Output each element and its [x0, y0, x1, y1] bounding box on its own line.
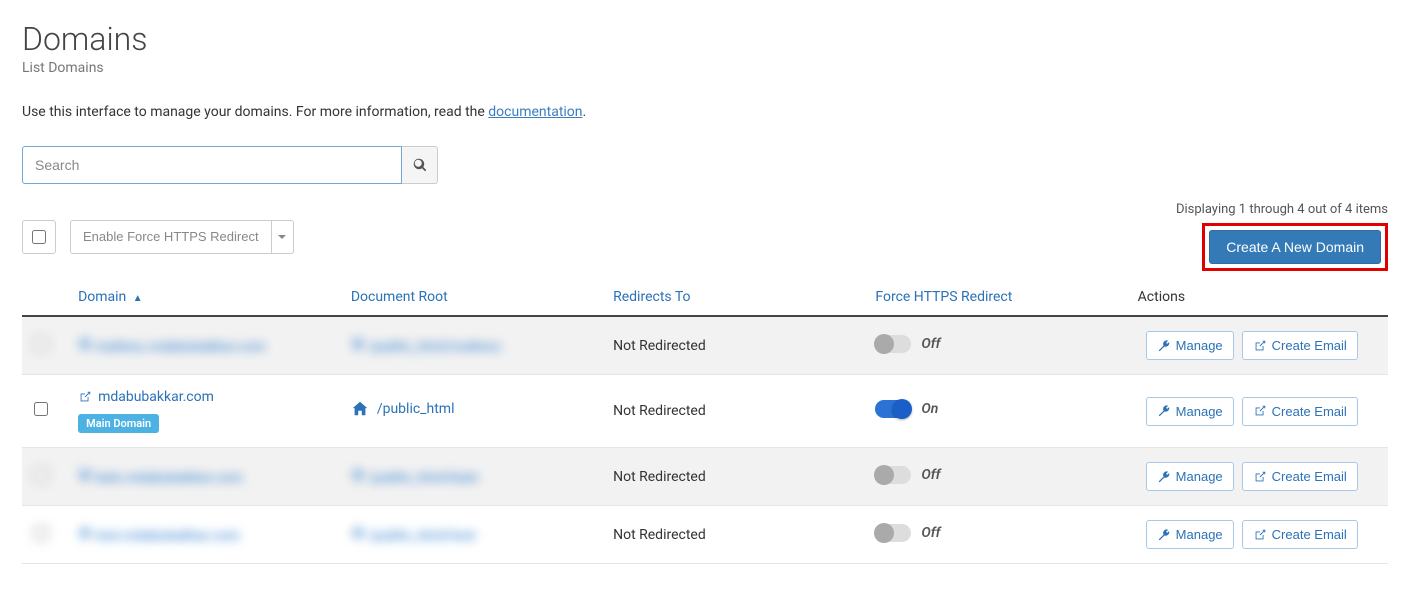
sort-asc-icon: ▲ [133, 293, 143, 304]
row-select-checkbox[interactable] [34, 402, 48, 416]
domains-table: Domain ▲ Document Root Redirects To Forc… [22, 279, 1388, 564]
redirects-to-cell: Not Redirected [601, 375, 863, 448]
globe-icon [351, 337, 365, 351]
https-redirect-toggle[interactable]: On [875, 400, 938, 418]
create-email-button[interactable]: Create Email [1242, 397, 1358, 426]
redirects-to-cell: Not Redirected [601, 506, 863, 564]
external-link-icon [1253, 528, 1267, 542]
row-select-checkbox[interactable] [34, 337, 48, 351]
documentation-link[interactable]: documentation [488, 104, 582, 120]
home-icon [351, 400, 369, 418]
globe-icon [351, 468, 365, 482]
manage-button[interactable]: Manage [1146, 397, 1234, 426]
external-link-icon [1253, 339, 1267, 353]
manage-label: Manage [1176, 527, 1223, 542]
toggle-state-label: Off [921, 336, 940, 352]
globe-icon [78, 526, 92, 540]
create-new-domain-button[interactable]: Create A New Domain [1209, 230, 1381, 264]
column-header-domain-label: Domain [78, 289, 126, 305]
table-row: mdabubakkar.com Main Domain/public_html No… [22, 375, 1388, 448]
create-email-button[interactable]: Create Email [1242, 462, 1358, 491]
manage-label: Manage [1176, 469, 1223, 484]
select-all-checkbox[interactable] [32, 230, 46, 244]
column-header-domain[interactable]: Domain ▲ [66, 279, 339, 316]
toggle-state-label: On [921, 401, 938, 417]
globe-icon [351, 526, 365, 540]
intro-text: Use this interface to manage your domain… [22, 104, 1388, 120]
globe-icon [78, 337, 92, 351]
wrench-icon [1157, 528, 1171, 542]
enable-https-redirect-button[interactable]: Enable Force HTTPS Redirect [70, 220, 272, 254]
external-link-icon [1253, 404, 1267, 418]
create-email-label: Create Email [1272, 469, 1347, 484]
create-email-button[interactable]: Create Email [1242, 520, 1358, 549]
domain-link[interactable]: mdabubakkar.com [78, 389, 214, 405]
manage-button[interactable]: Manage [1146, 462, 1234, 491]
https-redirect-toggle[interactable]: Off [875, 524, 940, 542]
redirects-to-cell: Not Redirected [601, 316, 863, 375]
search-icon [413, 158, 427, 172]
redirects-to-cell: Not Redirected [601, 448, 863, 506]
page-subtitle: List Domains [22, 60, 1388, 76]
select-all-container [22, 220, 56, 254]
search-button[interactable] [402, 146, 438, 184]
manage-button[interactable]: Manage [1146, 331, 1234, 360]
external-link-icon [78, 390, 92, 404]
column-header-https[interactable]: Force HTTPS Redirect [863, 279, 1125, 316]
globe-icon [78, 468, 92, 482]
manage-label: Manage [1176, 338, 1223, 353]
create-domain-highlight: Create A New Domain [1202, 223, 1388, 271]
column-header-root[interactable]: Document Root [339, 279, 601, 316]
external-link-icon [1253, 470, 1267, 484]
wrench-icon [1157, 339, 1171, 353]
https-redirect-toggle[interactable]: Off [875, 335, 940, 353]
wrench-icon [1157, 404, 1171, 418]
https-redirect-toggle[interactable]: Off [875, 466, 940, 484]
toggle-state-label: Off [921, 467, 940, 483]
domain-name: mdabubakkar.com [98, 389, 214, 405]
create-email-label: Create Email [1272, 527, 1347, 542]
create-email-button[interactable]: Create Email [1242, 331, 1358, 360]
main-domain-badge: Main Domain [78, 414, 159, 433]
row-select-checkbox[interactable] [34, 468, 48, 482]
table-row: balo.mdabubakkar.com /public_html/baloNo… [22, 448, 1388, 506]
table-row: maltesc.mdabubakkar.com /public_html/mal… [22, 316, 1388, 375]
document-root-path: /public_html [377, 401, 455, 417]
manage-label: Manage [1176, 404, 1223, 419]
search-input[interactable] [22, 146, 402, 184]
enable-https-redirect-dropdown[interactable] [272, 220, 294, 254]
toggle-state-label: Off [921, 525, 940, 541]
listing-summary: Displaying 1 through 4 out of 4 items [1176, 202, 1388, 217]
table-row: test.mdabubakkar.com /public_html/testNo… [22, 506, 1388, 564]
page-title: Domains [22, 20, 1388, 58]
column-header-redirects[interactable]: Redirects To [601, 279, 863, 316]
row-select-checkbox[interactable] [34, 526, 48, 540]
create-email-label: Create Email [1272, 338, 1347, 353]
document-root-link[interactable]: /public_html [351, 400, 455, 418]
create-email-label: Create Email [1272, 404, 1347, 419]
manage-button[interactable]: Manage [1146, 520, 1234, 549]
intro-suffix: . [583, 104, 587, 120]
column-header-actions: Actions [1126, 279, 1388, 316]
intro-prefix: Use this interface to manage your domain… [22, 104, 488, 120]
caret-down-icon [278, 233, 286, 241]
wrench-icon [1157, 470, 1171, 484]
